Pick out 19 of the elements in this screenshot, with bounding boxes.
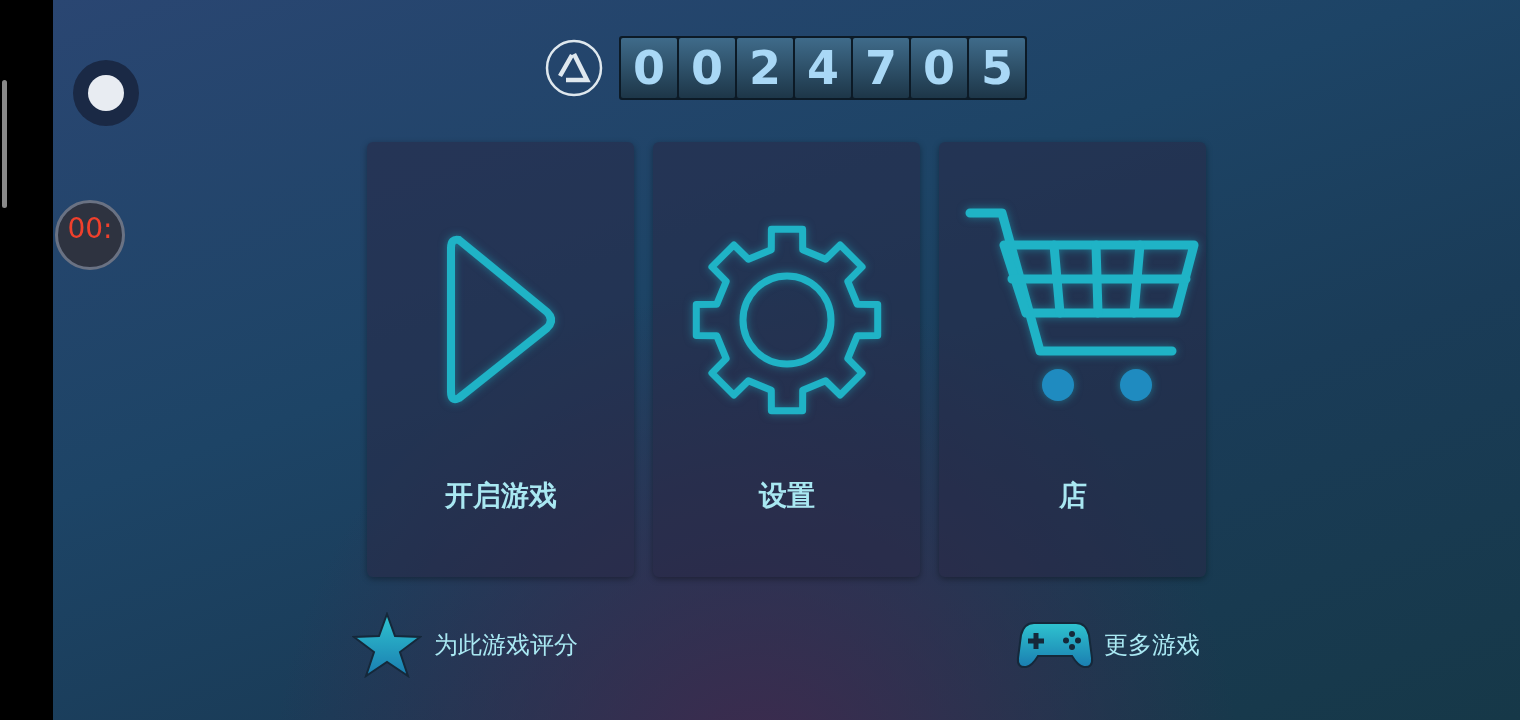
star-icon <box>351 612 422 678</box>
menu-card[interactable]: 设置 <box>653 142 920 577</box>
counter-digit: 5 <box>969 38 1025 98</box>
counter-digit: 0 <box>679 38 735 98</box>
triangle-logo-icon <box>544 38 604 98</box>
more-games-link[interactable]: 更多游戏 <box>1015 620 1200 670</box>
menu-card[interactable]: 店 <box>939 142 1206 577</box>
card-label: 设置 <box>758 478 815 514</box>
menu-card[interactable]: 开启游戏 <box>367 142 634 577</box>
rate-link[interactable]: 为此游戏评分 <box>351 612 578 678</box>
gamepad-icon <box>1015 620 1094 670</box>
counter-digit: 0 <box>911 38 967 98</box>
timer-text: 00: <box>67 213 113 247</box>
counter-digit: 2 <box>737 38 793 98</box>
counter-digit: 0 <box>621 38 677 98</box>
counter-digit: 4 <box>795 38 851 98</box>
counter-digit: 7 <box>853 38 909 98</box>
card-label: 店 <box>1058 478 1087 514</box>
card-label: 开启游戏 <box>444 478 557 514</box>
